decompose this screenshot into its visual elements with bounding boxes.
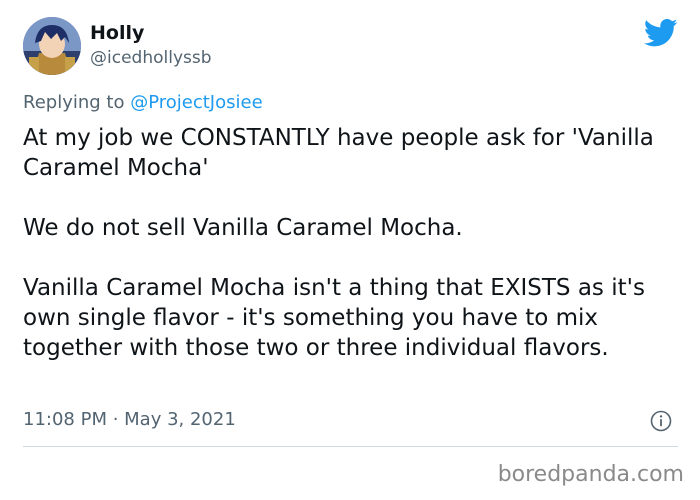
reply-context: Replying to @ProjectJosiee	[23, 92, 263, 113]
tweet-text: At my job we CONSTANTLY have people ask …	[23, 123, 683, 363]
info-icon[interactable]	[650, 410, 672, 432]
tweet-card: Holly @icedhollyssb Replying to @Project…	[0, 0, 700, 470]
tweet-timestamp[interactable]: 11:08 PM · May 3, 2021	[23, 409, 236, 430]
tweet-paragraph: We do not sell Vanilla Caramel Mocha.	[23, 215, 463, 241]
watermark: boredpanda.com	[497, 462, 684, 487]
avatar-image	[23, 17, 81, 75]
display-name[interactable]: Holly	[90, 22, 144, 44]
divider	[23, 446, 678, 447]
reply-prefix: Replying to	[23, 92, 125, 113]
tweet-paragraph: At my job we CONSTANTLY have people ask …	[23, 125, 654, 181]
avatar[interactable]	[23, 17, 81, 75]
user-handle[interactable]: @icedhollyssb	[90, 48, 212, 68]
reply-mention-link[interactable]: @ProjectJosiee	[130, 92, 262, 113]
tweet-paragraph: Vanilla Caramel Mocha isn't a thing that…	[23, 275, 645, 361]
twitter-bird-icon[interactable]	[644, 18, 678, 48]
